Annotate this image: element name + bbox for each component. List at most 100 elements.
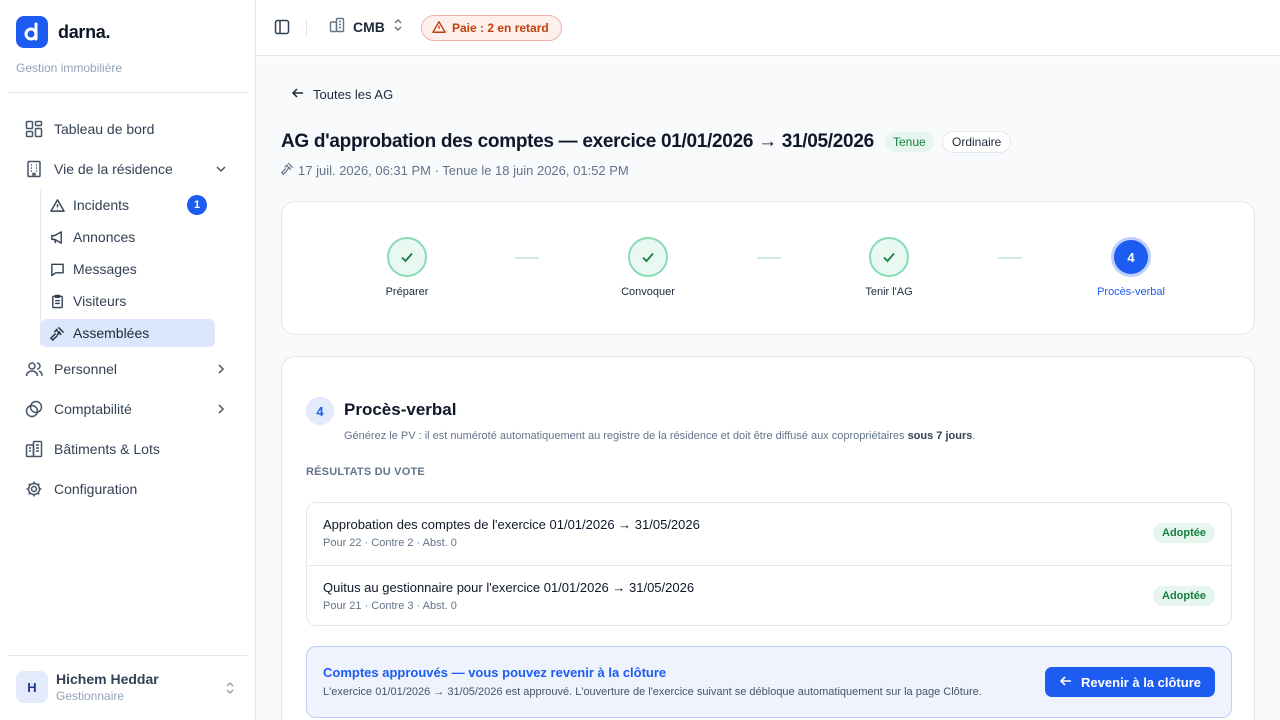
list-item: Quitus au gestionnaire pour l'exercice 0… bbox=[307, 565, 1231, 627]
payroll-alert-badge[interactable]: Paie : 2 en retard bbox=[421, 15, 562, 41]
building-icon bbox=[24, 159, 44, 179]
sidebar-item-label: Tableau de bord bbox=[54, 121, 155, 137]
step-connector bbox=[998, 257, 1022, 259]
sidebar-subitem-label: Messages bbox=[73, 261, 137, 277]
sidebar-subitem-visiteurs[interactable]: Visiteurs bbox=[41, 287, 215, 315]
warning-icon bbox=[432, 20, 446, 37]
step-preparer[interactable]: Préparer bbox=[347, 237, 467, 298]
sidebar-subitem-label: Incidents bbox=[73, 197, 130, 213]
user-menu[interactable]: H Hichem Heddar Gestionnaire bbox=[16, 671, 159, 703]
sidebar-item-comptabilite[interactable]: Comptabilité bbox=[8, 391, 247, 427]
coins-icon bbox=[24, 399, 44, 419]
sidebar-item-label: Vie de la résidence bbox=[54, 161, 173, 177]
status-badge: Adoptée bbox=[1153, 523, 1215, 543]
chevron-right-icon bbox=[213, 401, 229, 417]
user-role: Gestionnaire bbox=[56, 689, 125, 703]
sidebar-item-configuration[interactable]: Configuration bbox=[8, 471, 247, 507]
sidebar-item-personnel[interactable]: Personnel bbox=[8, 351, 247, 387]
sidebar-subitem-annonces[interactable]: Annonces bbox=[41, 223, 215, 251]
resolution-title: Approbation des comptes de l'exercice 01… bbox=[323, 517, 700, 532]
sidebar-subitem-label: Visiteurs bbox=[73, 293, 127, 309]
users-icon bbox=[24, 359, 44, 379]
step-tenir-ag[interactable]: Tenir l'AG bbox=[829, 237, 949, 298]
notice-title: Comptes approuvés — vous pouvez revenir … bbox=[323, 665, 667, 680]
step-convoquer[interactable]: Convoquer bbox=[588, 237, 708, 298]
avatar: H bbox=[16, 671, 48, 703]
status-badge: Adoptée bbox=[1153, 586, 1215, 606]
step-label: Préparer bbox=[385, 286, 429, 298]
description-emphasis: sous 7 jours bbox=[907, 430, 973, 442]
darna-logo-icon bbox=[16, 16, 48, 48]
step-proces-verbal[interactable]: 4 Procès-verbal bbox=[1071, 237, 1191, 298]
arrow-left-icon bbox=[291, 86, 305, 103]
step-connector bbox=[757, 257, 781, 259]
sidebar-item-batiments[interactable]: Bâtiments & Lots bbox=[8, 431, 247, 467]
step-label: Convoquer bbox=[621, 286, 675, 298]
back-link[interactable]: Toutes les AG bbox=[291, 86, 393, 103]
notice-text: L'exercice 01/01/2026 → 31/05/2026 est a… bbox=[323, 686, 982, 698]
description-end: . bbox=[972, 430, 976, 442]
sidebar-subitem-label: Annonces bbox=[73, 229, 136, 245]
chevron-down-icon bbox=[213, 161, 229, 177]
sidebar-item-label: Personnel bbox=[54, 361, 118, 377]
brand[interactable]: darna. bbox=[16, 16, 111, 48]
sidebar-subitem-messages[interactable]: Messages bbox=[41, 255, 215, 283]
vote-results-list: Approbation des comptes de l'exercice 01… bbox=[306, 502, 1232, 626]
description-text: Générez le PV : il est numéroté automati… bbox=[344, 430, 908, 442]
arrow-left-icon bbox=[1059, 674, 1073, 691]
stepper: Préparer Convoquer Tenir l'AG 4 Procès-v… bbox=[281, 201, 1255, 335]
sidebar-item-residence[interactable]: Vie de la résidence bbox=[8, 151, 247, 187]
payroll-alert-label: Paie : 2 en retard bbox=[452, 21, 549, 35]
site-selector[interactable]: CMB bbox=[329, 17, 403, 36]
page-title: AG d'approbation des comptes — exercice … bbox=[281, 131, 874, 152]
type-badge: Ordinaire bbox=[942, 131, 1012, 153]
buildings-icon bbox=[24, 439, 44, 459]
divider bbox=[8, 92, 247, 93]
clipboard-icon bbox=[49, 293, 65, 309]
info-notice: Comptes approuvés — vous pouvez revenir … bbox=[306, 646, 1232, 718]
site-name: CMB bbox=[353, 18, 385, 35]
dashboard-icon bbox=[24, 119, 44, 139]
sidebar-subitem-label: Assemblées bbox=[73, 325, 150, 341]
chevron-up-down-icon[interactable] bbox=[222, 678, 238, 698]
gear-icon bbox=[24, 479, 44, 499]
sidebar-item-dashboard[interactable]: Tableau de bord bbox=[8, 111, 247, 147]
incidents-count-badge: 1 bbox=[187, 195, 207, 215]
section-title: Procès-verbal bbox=[344, 400, 457, 419]
sidebar: darna. Gestion immobilière Tableau de bo… bbox=[0, 0, 256, 720]
warning-icon bbox=[49, 197, 65, 213]
gavel-icon bbox=[49, 325, 65, 341]
user-name: Hichem Heddar bbox=[56, 671, 159, 687]
brand-subtitle: Gestion immobilière bbox=[16, 61, 123, 75]
list-item: Approbation des comptes de l'exercice 01… bbox=[307, 503, 1231, 565]
chevron-up-down-icon bbox=[393, 18, 403, 35]
step-label: Procès-verbal bbox=[1097, 286, 1165, 298]
topbar: CMB Paie : 2 en retard bbox=[256, 0, 1280, 56]
chevron-right-icon bbox=[213, 361, 229, 377]
sidebar-item-label: Comptabilité bbox=[54, 401, 132, 417]
main-content: Toutes les AG AG d'approbation des compt… bbox=[256, 57, 1280, 720]
step-label: Tenir l'AG bbox=[865, 286, 913, 298]
back-link-label: Toutes les AG bbox=[313, 87, 394, 102]
sidebar-item-label: Configuration bbox=[54, 481, 138, 497]
megaphone-icon bbox=[49, 229, 65, 245]
results-caption: RÉSULTATS DU VOTE bbox=[306, 466, 425, 478]
resolution-votes: Pour 22 · Contre 2 · Abst. 0 bbox=[323, 537, 457, 549]
check-icon bbox=[869, 237, 909, 277]
section-number: 4 bbox=[306, 397, 334, 425]
sidebar-subitem-assemblees[interactable]: Assemblées bbox=[41, 319, 215, 347]
back-to-closure-button[interactable]: Revenir à la clôture bbox=[1045, 667, 1215, 697]
section-description: Générez le PV : il est numéroté automati… bbox=[344, 430, 975, 442]
step-connector bbox=[515, 257, 539, 259]
proces-verbal-card: 4 Procès-verbal Générez le PV : il est n… bbox=[281, 356, 1255, 720]
building-icon bbox=[329, 17, 345, 36]
gavel-icon bbox=[280, 162, 294, 178]
page-meta: 17 juil. 2026, 06:31 PM · Tenue le 18 ju… bbox=[280, 162, 629, 178]
brand-name: darna. bbox=[58, 21, 111, 42]
status-badge: Tenue bbox=[885, 132, 934, 152]
check-icon bbox=[628, 237, 668, 277]
sidebar-toggle-icon[interactable] bbox=[274, 19, 292, 37]
button-label: Revenir à la clôture bbox=[1081, 674, 1201, 690]
divider bbox=[8, 655, 247, 656]
page-meta-text: 17 juil. 2026, 06:31 PM · Tenue le 18 ju… bbox=[298, 162, 629, 178]
